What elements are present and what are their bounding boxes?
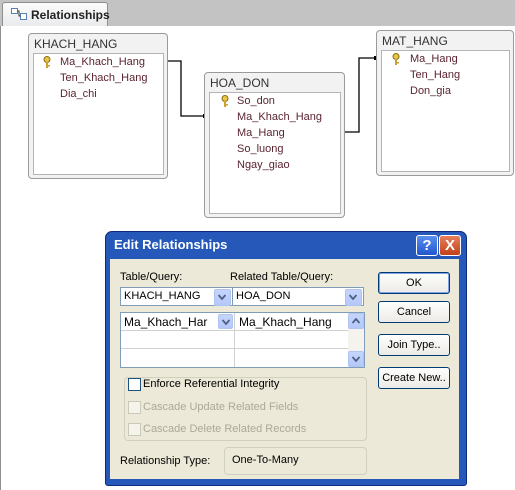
enforce-integrity-label[interactable]: Enforce Referential Integrity — [143, 378, 279, 390]
enforce-integrity-checkbox[interactable] — [128, 378, 141, 391]
field-item[interactable]: Ten_Hang — [410, 69, 460, 81]
field-item[interactable]: Dia_chi — [60, 88, 97, 100]
chevron-down-icon — [222, 319, 230, 325]
dialog-title: Edit Relationships — [114, 237, 228, 252]
chevron-down-icon — [349, 294, 357, 300]
field-item[interactable]: Ma_Khach_Hang — [60, 56, 145, 68]
relationship-type-box: One-To-Many — [224, 447, 367, 475]
relationship-type-label: Relationship Type: — [120, 455, 211, 467]
table-hoa-don[interactable]: HOA_DON So_don Ma_Khach_Hang Ma_Hang So_… — [204, 72, 345, 218]
table-title: HOA_DON — [210, 76, 270, 90]
help-button[interactable]: ? — [416, 235, 438, 256]
table-mat-hang[interactable]: MAT_HANG Ma_Hang Ten_Hang Don_gia — [376, 30, 514, 176]
grid-cell-right[interactable]: Ma_Khach_Hang — [239, 315, 347, 329]
table-title: KHACH_HANG — [34, 37, 118, 51]
related-table-query-select[interactable]: HOA_DON — [232, 287, 364, 306]
field-mapping-grid[interactable]: Ma_Khach_Har Ma_Khach_Hang — [120, 312, 365, 368]
field-list: Ma_Hang Ten_Hang Don_gia — [381, 50, 510, 172]
field-item[interactable]: So_luong — [237, 143, 284, 155]
relationship-type-value: One-To-Many — [232, 454, 299, 466]
field-item[interactable]: Ten_Khach_Hang — [60, 72, 147, 84]
dialog-body: Table/Query: Related Table/Query: KHACH_… — [110, 259, 459, 479]
field-item[interactable]: Don_gia — [410, 85, 451, 97]
key-icon — [392, 53, 400, 65]
edit-relationships-dialog[interactable]: Edit Relationships ? X Table/Query: Rela… — [105, 231, 467, 486]
cascade-delete-checkbox[interactable] — [128, 423, 141, 436]
cascade-delete-label: Cascade Delete Related Records — [143, 423, 307, 435]
field-item[interactable]: Ma_Hang — [237, 127, 285, 139]
grid-line — [234, 313, 235, 367]
field-item[interactable]: Ma_Khach_Hang — [237, 111, 322, 123]
key-icon — [43, 56, 51, 68]
field-list: So_don Ma_Khach_Hang Ma_Hang So_luong Ng… — [209, 92, 341, 214]
table-khach-hang[interactable]: KHACH_HANG Ma_Khach_Hang Ten_Khach_Hang … — [28, 33, 168, 179]
key-icon — [221, 95, 229, 107]
field-item[interactable]: Ngay_giao — [237, 159, 290, 171]
chevron-up-icon — [352, 318, 360, 324]
related-table-query-label: Related Table/Query: — [230, 271, 334, 283]
grid-scrollbar[interactable] — [348, 313, 364, 367]
table-query-select[interactable]: KHACH_HANG — [120, 287, 233, 306]
cascade-update-label: Cascade Update Related Fields — [143, 401, 299, 413]
create-new-button[interactable]: Create New.. — [378, 367, 450, 389]
table-title: MAT_HANG — [382, 34, 448, 48]
scroll-up-button[interactable] — [348, 313, 364, 329]
scroll-down-button[interactable] — [348, 351, 364, 367]
table-query-label: Table/Query: — [120, 271, 183, 283]
related-table-query-value: HOA_DON — [236, 290, 291, 302]
grid-cell-left[interactable]: Ma_Khach_Har — [124, 315, 216, 329]
dropdown-button[interactable] — [218, 314, 233, 329]
table-query-value: KHACH_HANG — [124, 290, 201, 302]
cascade-update-checkbox[interactable] — [128, 401, 141, 414]
dropdown-button[interactable] — [345, 289, 362, 306]
close-button[interactable]: X — [439, 235, 461, 256]
dropdown-button[interactable] — [214, 289, 231, 306]
chevron-down-icon — [352, 356, 360, 362]
ok-button[interactable]: OK — [378, 272, 450, 294]
cancel-button[interactable]: Cancel — [378, 301, 450, 323]
field-item[interactable]: Ma_Hang — [410, 53, 458, 65]
join-type-button[interactable]: Join Type.. — [378, 334, 450, 356]
chevron-down-icon — [218, 294, 226, 300]
field-list: Ma_Khach_Hang Ten_Khach_Hang Dia_chi — [33, 53, 164, 175]
field-item[interactable]: So_don — [237, 95, 275, 107]
